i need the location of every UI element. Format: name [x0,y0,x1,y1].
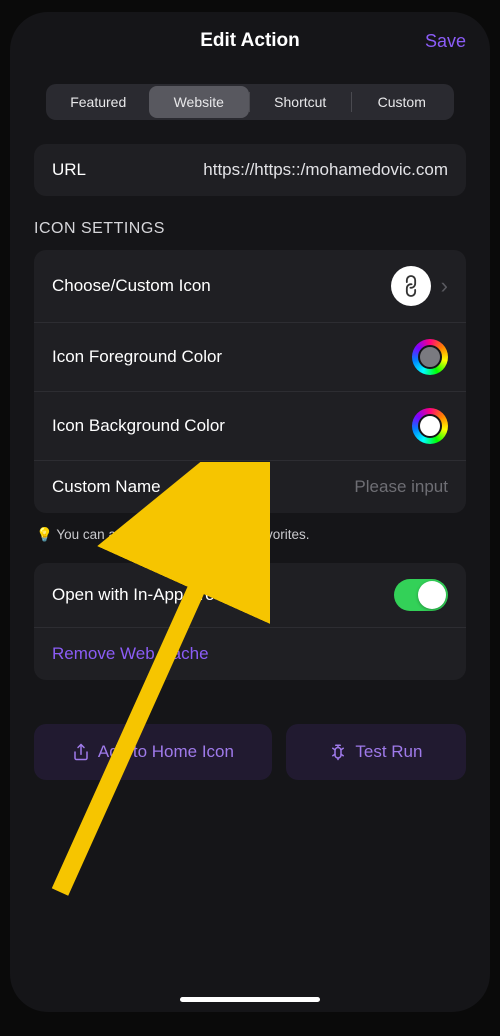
open-in-app-toggle[interactable] [394,579,448,611]
page-title: Edit Action [84,30,416,52]
tab-shortcut[interactable]: Shortcut [250,86,351,118]
background-color-row[interactable]: Icon Background Color [34,392,466,461]
segment-control: Featured Website Shortcut Custom [46,84,454,120]
toggle-knob [418,581,446,609]
tab-website[interactable]: Website [149,86,250,118]
home-indicator[interactable] [180,997,320,1002]
icon-settings-card: Choose/Custom Icon › Icon Foreground Col… [34,250,466,513]
custom-name-row[interactable]: Custom Name Please input [34,461,466,513]
hint-text: 💡 You can add any website to your favori… [36,527,464,543]
screen-container: Edit Action Save Featured Website Shortc… [10,12,490,1012]
url-card: URL https://https::/mohamedovic.com [34,144,466,196]
test-run-button[interactable]: Test Run [286,724,466,780]
background-color-label: Icon Background Color [52,416,225,436]
icon-preview [391,266,431,306]
icon-settings-heading: ICON SETTINGS [34,220,466,238]
remove-cache-button[interactable]: Remove Web Cache [34,628,466,680]
url-value: https://https::/mohamedovic.com [106,160,448,180]
custom-name-label: Custom Name [52,477,161,497]
color-picker-foreground[interactable] [412,339,448,375]
header: Edit Action Save [10,30,490,70]
foreground-color-label: Icon Foreground Color [52,347,222,367]
chevron-right-icon: › [441,273,448,299]
browser-card: Open with In-App Browser Remove Web Cach… [34,563,466,680]
color-swatch-grey [418,345,442,369]
custom-name-input[interactable]: Please input [354,477,448,497]
share-up-icon [72,743,90,761]
choose-icon-row[interactable]: Choose/Custom Icon › [34,250,466,323]
tab-custom[interactable]: Custom [352,86,453,118]
bug-icon [329,743,347,761]
open-in-app-row: Open with In-App Browser [34,563,466,628]
color-swatch-white [418,414,442,438]
foreground-color-row[interactable]: Icon Foreground Color [34,323,466,392]
color-picker-background[interactable] [412,408,448,444]
save-button[interactable]: Save [416,31,466,52]
link-icon [397,272,425,300]
choose-icon-label: Choose/Custom Icon [52,276,211,296]
tab-featured[interactable]: Featured [48,86,149,118]
action-button-row: Add to Home Icon Test Run [34,724,466,780]
add-to-home-button[interactable]: Add to Home Icon [34,724,272,780]
url-label: URL [52,160,86,180]
add-to-home-label: Add to Home Icon [98,742,234,762]
url-row[interactable]: URL https://https::/mohamedovic.com [34,144,466,196]
test-run-label: Test Run [355,742,422,762]
open-in-app-label: Open with In-App Browser [52,585,250,605]
